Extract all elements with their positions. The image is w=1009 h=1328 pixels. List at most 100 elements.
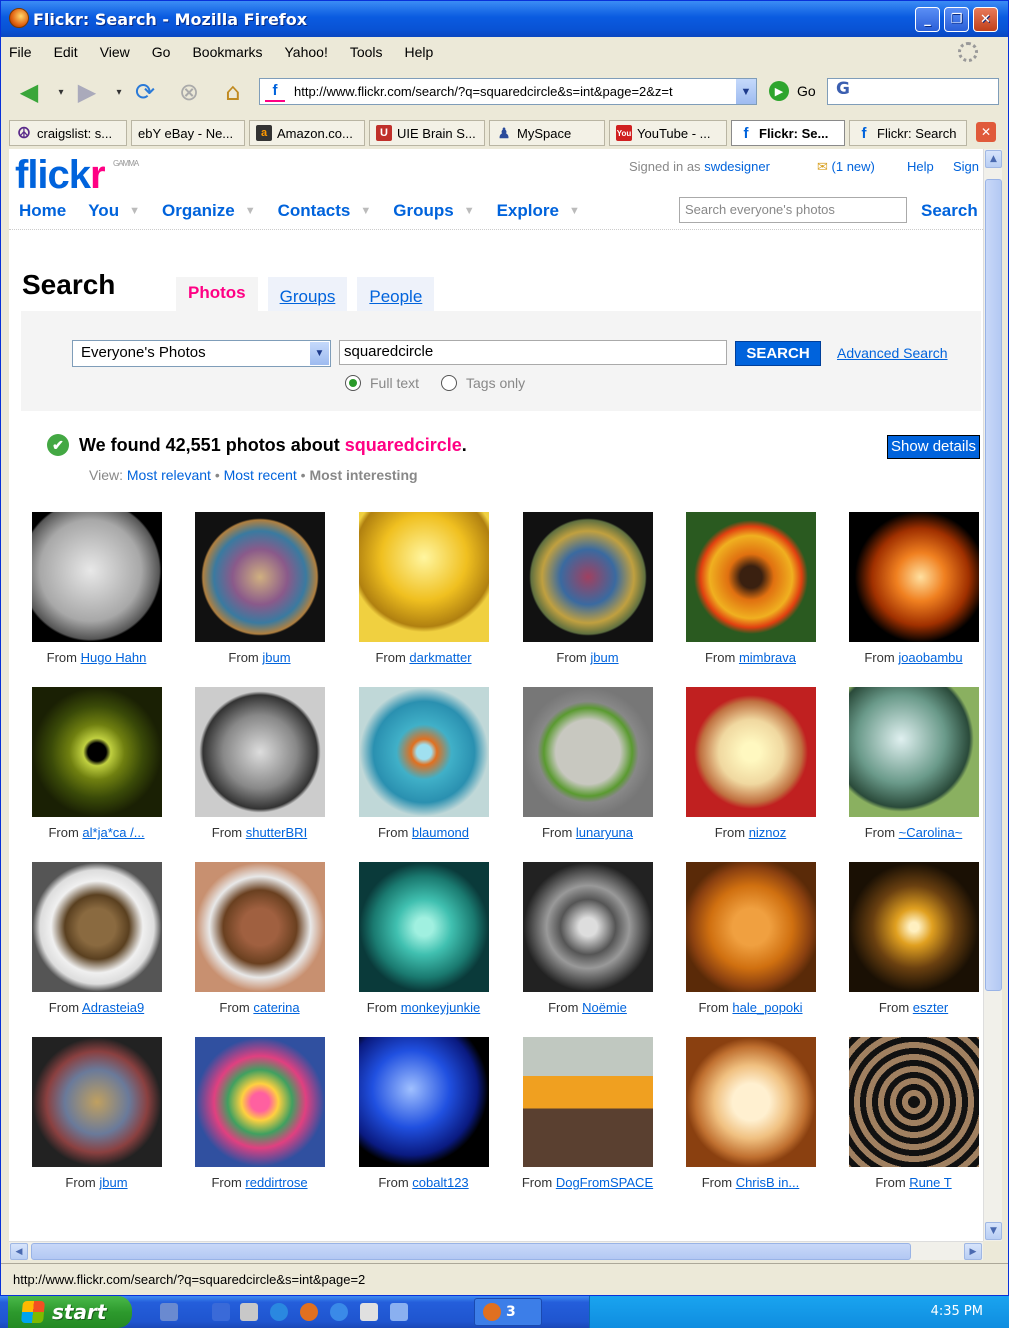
- minimize-button[interactable]: _: [915, 7, 940, 32]
- help-link[interactable]: Help: [907, 159, 934, 174]
- photo-thumbnail[interactable]: [194, 512, 325, 642]
- photo-thumbnail[interactable]: [522, 862, 653, 992]
- tab-ebay[interactable]: ebY eBay - Ne...: [131, 120, 245, 146]
- stop-icon[interactable]: ⊗: [173, 77, 205, 107]
- tab-amazon[interactable]: a Amazon.co...: [249, 120, 365, 146]
- sign-out-link[interactable]: Sign: [953, 159, 979, 174]
- quick-launch-icon[interactable]: [330, 1303, 348, 1321]
- back-arrow-icon[interactable]: ◀: [13, 77, 45, 107]
- go-button[interactable]: ▶ Go: [769, 81, 816, 101]
- taskbar-firefox-group[interactable]: 3: [474, 1298, 542, 1326]
- photo-owner-link[interactable]: darkmatter: [409, 650, 471, 665]
- scroll-up-icon[interactable]: ▲: [985, 150, 1002, 168]
- photo-thumbnail[interactable]: [31, 687, 162, 817]
- header-search-button[interactable]: Search: [921, 201, 978, 221]
- username-link[interactable]: swdesigner: [704, 159, 770, 174]
- menu-help[interactable]: Help: [405, 44, 434, 60]
- tab-youtube[interactable]: You YouTube - ...: [609, 120, 727, 146]
- menu-file[interactable]: File: [9, 44, 32, 60]
- photo-thumbnail[interactable]: [848, 512, 979, 642]
- photo-owner-link[interactable]: DogFromSPACE: [556, 1175, 653, 1190]
- menu-go[interactable]: Go: [152, 44, 171, 60]
- dropdown-arrow-icon[interactable]: ▼: [245, 205, 256, 217]
- quick-launch-icon[interactable]: [390, 1303, 408, 1321]
- quick-launch-icon[interactable]: [160, 1303, 178, 1321]
- photo-thumbnail[interactable]: [685, 687, 816, 817]
- dropdown-arrow-icon[interactable]: ▼: [129, 205, 140, 217]
- nav-groups[interactable]: Groups ▼: [393, 201, 474, 221]
- photo-owner-link[interactable]: hale_popoki: [732, 1000, 802, 1015]
- sort-most-relevant[interactable]: Most relevant: [127, 467, 211, 483]
- vertical-scrollbar[interactable]: ▲ ▼: [983, 149, 1002, 1241]
- radio-tags-only[interactable]: Tags only: [441, 375, 525, 391]
- reload-icon[interactable]: ⟳: [129, 77, 161, 107]
- nav-organize[interactable]: Organize ▼: [162, 201, 256, 221]
- photo-owner-link[interactable]: al*ja*ca /...: [82, 825, 144, 840]
- menu-yahoo[interactable]: Yahoo!: [285, 44, 328, 60]
- photo-thumbnail[interactable]: [31, 512, 162, 642]
- tab-myspace[interactable]: ♟ MySpace: [489, 120, 605, 146]
- tab-uie[interactable]: U UIE Brain S...: [369, 120, 485, 146]
- photo-thumbnail[interactable]: [358, 687, 489, 817]
- nav-contacts[interactable]: Contacts ▼: [278, 201, 372, 221]
- tab-photos[interactable]: Photos: [176, 277, 258, 313]
- scroll-down-icon[interactable]: ▼: [985, 1222, 1002, 1240]
- photo-owner-link[interactable]: jbum: [590, 650, 618, 665]
- close-tab-icon[interactable]: ✕: [976, 122, 996, 142]
- close-window-button[interactable]: ✕: [973, 7, 998, 32]
- photo-thumbnail[interactable]: [194, 1037, 325, 1167]
- tab-groups[interactable]: Groups: [267, 277, 348, 313]
- photo-thumbnail[interactable]: [685, 862, 816, 992]
- horizontal-scrollbar[interactable]: ◀ ▶: [9, 1241, 983, 1260]
- photo-owner-link[interactable]: Rune T: [909, 1175, 951, 1190]
- menu-edit[interactable]: Edit: [54, 44, 78, 60]
- quick-launch-icon[interactable]: [212, 1303, 230, 1321]
- photo-owner-link[interactable]: reddirtrose: [245, 1175, 307, 1190]
- scroll-right-icon[interactable]: ▶: [964, 1243, 982, 1260]
- maximize-button[interactable]: ❐: [944, 7, 969, 32]
- photo-owner-link[interactable]: Noëmie: [582, 1000, 627, 1015]
- scissors-icon[interactable]: [360, 1303, 378, 1321]
- photo-owner-link[interactable]: niznoz: [749, 825, 787, 840]
- photo-thumbnail[interactable]: [522, 687, 653, 817]
- photo-thumbnail[interactable]: [194, 862, 325, 992]
- photo-thumbnail[interactable]: [31, 1037, 162, 1167]
- tab-people[interactable]: People: [357, 277, 435, 313]
- photo-owner-link[interactable]: eszter: [913, 1000, 948, 1015]
- tab-flickr[interactable]: f Flickr: Search: [849, 120, 967, 146]
- nav-explore[interactable]: Explore ▼: [497, 201, 580, 221]
- home-icon[interactable]: ⌂: [217, 77, 249, 107]
- photo-owner-link[interactable]: Adrasteia9: [82, 1000, 144, 1015]
- photo-thumbnail[interactable]: [848, 862, 979, 992]
- mail-link[interactable]: ✉ (1 new): [817, 159, 875, 175]
- photo-thumbnail[interactable]: [358, 512, 489, 642]
- photo-owner-link[interactable]: ChrisB in...: [736, 1175, 800, 1190]
- photo-owner-link[interactable]: jbum: [99, 1175, 127, 1190]
- address-bar[interactable]: f http://www.flickr.com/search/?q=square…: [259, 78, 757, 105]
- tab-flickr-active[interactable]: f Flickr: Se...: [731, 120, 845, 146]
- photo-thumbnail[interactable]: [685, 1037, 816, 1167]
- show-details-button[interactable]: Show details: [887, 435, 981, 459]
- photo-thumbnail[interactable]: [522, 512, 653, 642]
- photo-owner-link[interactable]: mimbrava: [739, 650, 796, 665]
- photo-thumbnail[interactable]: [31, 862, 162, 992]
- menu-bookmarks[interactable]: Bookmarks: [192, 44, 262, 60]
- start-button[interactable]: start: [8, 1296, 132, 1328]
- photo-thumbnail[interactable]: [358, 1037, 489, 1167]
- photo-owner-link[interactable]: blaumond: [412, 825, 469, 840]
- dropdown-arrow-icon[interactable]: ▼: [360, 205, 371, 217]
- photo-thumbnail[interactable]: [358, 862, 489, 992]
- photo-thumbnail[interactable]: [522, 1037, 653, 1167]
- quick-launch-icon[interactable]: [240, 1303, 258, 1321]
- photo-owner-link[interactable]: monkeyjunkie: [401, 1000, 481, 1015]
- photo-thumbnail[interactable]: [848, 1037, 979, 1167]
- scroll-thumb[interactable]: [985, 179, 1002, 991]
- photo-thumbnail[interactable]: [685, 512, 816, 642]
- chevron-down-icon[interactable]: ▼: [736, 79, 756, 104]
- photo-owner-link[interactable]: caterina: [253, 1000, 299, 1015]
- nav-you[interactable]: You ▼: [88, 201, 140, 221]
- photo-owner-link[interactable]: jbum: [262, 650, 290, 665]
- photo-thumbnail[interactable]: [194, 687, 325, 817]
- search-button[interactable]: SEARCH: [735, 341, 821, 366]
- photo-owner-link[interactable]: ~Carolina~: [899, 825, 963, 840]
